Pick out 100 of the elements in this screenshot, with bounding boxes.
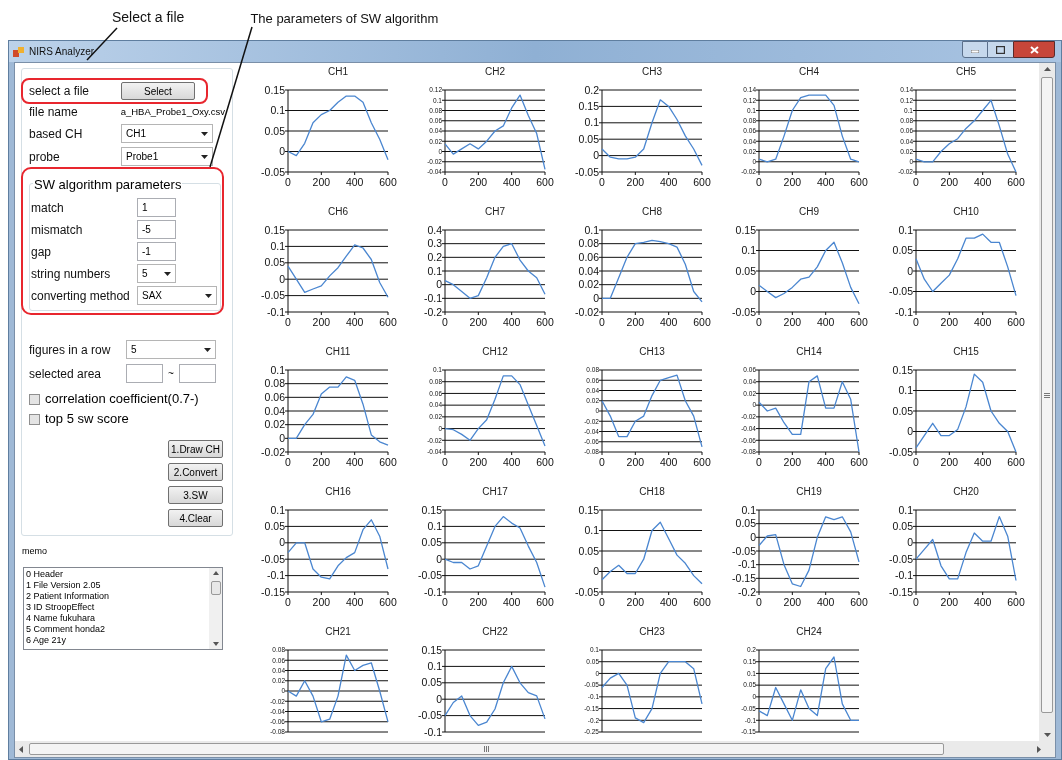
tick-label: 0 (907, 536, 913, 549)
tick-label: 0.1 (270, 240, 285, 253)
dropdown[interactable]: SAX (137, 286, 217, 305)
tick-label: 200 (312, 176, 331, 188)
tick-label: -0.05 (261, 289, 285, 302)
text-field[interactable] (179, 364, 216, 383)
tick-label: -0.15 (732, 572, 756, 584)
tick-label: 0.1 (584, 524, 599, 537)
tick-label: 0 (436, 552, 442, 565)
tick-label: 200 (783, 596, 802, 608)
tick-label: 0.1 (584, 223, 599, 236)
field-label: string numbers (31, 265, 112, 283)
tick-label: -0.2 (737, 585, 756, 598)
action-button[interactable]: 4.Clear (168, 509, 223, 527)
tick-label: 0 (442, 316, 448, 328)
tick-label: 0 (750, 285, 756, 298)
tick-label: 0.3 (427, 237, 442, 250)
window-title: NIRS Analyzer (29, 45, 95, 59)
maximize-icon (996, 45, 1005, 54)
tick-label: 600 (693, 176, 711, 188)
tick-label: 0.1 (270, 104, 285, 117)
scroll-up-icon (1043, 67, 1051, 71)
tick-label: 0 (913, 316, 919, 328)
tick-label: -0.05 (418, 569, 442, 582)
tick-label: 200 (783, 176, 802, 188)
tick-label: 200 (940, 176, 959, 188)
caret-icon (201, 131, 208, 136)
select-button[interactable]: Select (121, 82, 195, 100)
tick-label: 0 (907, 425, 913, 438)
grip-icon (484, 746, 489, 752)
tick-label: -0.1 (266, 569, 285, 582)
tick-label: 0.05 (892, 404, 913, 417)
chart-title: CH15 (953, 345, 979, 359)
text-field[interactable] (126, 364, 163, 383)
tick-label: 600 (850, 596, 868, 608)
tick-label: -0.05 (889, 285, 913, 298)
close-button[interactable] (1013, 41, 1055, 58)
caret-icon (164, 271, 171, 276)
tick-label: 600 (1007, 456, 1025, 468)
tick-label: 0 (599, 176, 605, 188)
memo-scrollbar[interactable] (209, 567, 222, 649)
action-button[interactable]: 3.SW (168, 486, 223, 504)
tick-label: 0 (756, 316, 762, 328)
tick-label: 0 (285, 596, 291, 608)
tick-label: 0.1 (270, 503, 285, 516)
dropdown[interactable]: 5 (126, 340, 216, 359)
scrollbar-thumb[interactable] (1041, 77, 1053, 713)
tick-label: 600 (693, 456, 711, 468)
tick-label: 600 (379, 596, 397, 608)
memo-label: memo (22, 545, 48, 558)
tick-label: -0.05 (889, 552, 913, 565)
scrollbar-thumb[interactable] (210, 581, 221, 595)
tick-label: 0 (913, 596, 919, 608)
chart-title: CH12 (482, 345, 508, 359)
action-button[interactable]: 1.Draw CH (168, 440, 223, 458)
tick-label: 0.06 (578, 251, 599, 263)
tick-label: 0 (593, 292, 599, 304)
checkbox[interactable] (29, 413, 40, 425)
tick-label: 600 (379, 176, 397, 188)
tick-label: 0.05 (578, 544, 599, 557)
tick-label: -0.15 (889, 585, 913, 598)
scroll-down-icon (1043, 733, 1051, 737)
checkbox[interactable] (29, 393, 40, 405)
tick-label: 0.1 (427, 660, 442, 673)
tick-label: 0 (442, 176, 448, 188)
tick-label: 0.05 (892, 244, 913, 257)
field-label: probe (29, 148, 61, 166)
tick-label: 200 (312, 596, 331, 608)
tick-label: -0.1 (423, 292, 442, 304)
tick-label: -0.2 (423, 305, 442, 318)
chart-title: CH24 (796, 625, 822, 639)
text-field[interactable]: 1 (137, 198, 176, 217)
tick-label: 0 (756, 596, 762, 608)
tick-label: 0 (756, 456, 762, 468)
chart-title: CH4 (799, 65, 819, 79)
tick-label: 600 (1007, 176, 1025, 188)
tick-label: 600 (693, 596, 711, 608)
app-icon (13, 45, 25, 58)
action-button[interactable]: 2.Convert (168, 463, 223, 481)
horizontal-scrollbar[interactable] (15, 741, 1055, 757)
tick-label: -0.05 (418, 709, 442, 722)
tick-label: 0 (442, 596, 448, 608)
text-field[interactable]: -1 (137, 242, 176, 261)
vertical-scrollbar[interactable] (1039, 63, 1055, 741)
tick-label: 0.05 (421, 536, 442, 549)
minimize-button[interactable] (962, 41, 988, 58)
field-label: converting method (31, 287, 131, 305)
tick-label: 0.1 (427, 264, 442, 277)
scrollbar-thumb[interactable] (29, 743, 944, 755)
tick-label: 0.05 (892, 520, 913, 533)
annotation-text: Select a file (112, 8, 185, 27)
dropdown[interactable]: Probe1 (121, 147, 213, 166)
maximize-button[interactable] (988, 41, 1013, 58)
tick-label: -0.05 (889, 445, 913, 458)
dropdown[interactable]: CH1 (121, 124, 213, 143)
tick-label: 400 (816, 456, 835, 468)
tick-label: 400 (816, 596, 835, 608)
dropdown[interactable]: 5 (137, 264, 176, 283)
text-field[interactable]: -5 (137, 220, 176, 239)
chart-title: CH21 (325, 625, 351, 639)
